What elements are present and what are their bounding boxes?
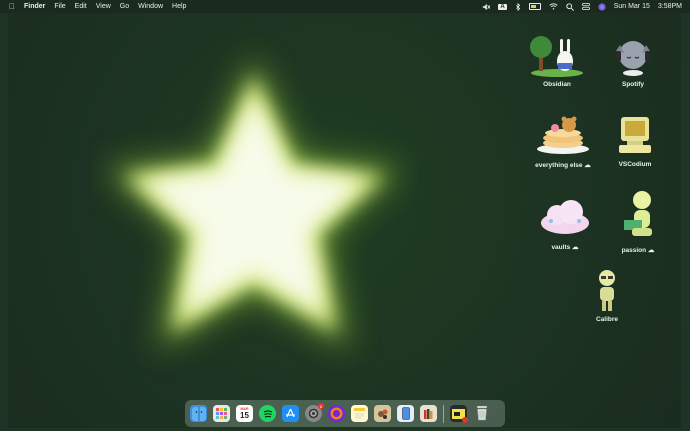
dock-divider bbox=[443, 404, 444, 423]
dock-photos-collage-icon[interactable] bbox=[374, 405, 391, 422]
bunny-tree-icon bbox=[522, 33, 592, 77]
siri-icon[interactable] bbox=[598, 2, 606, 11]
menu-edit[interactable]: Edit bbox=[75, 3, 87, 10]
desktop-icon-label: vaults ☁ bbox=[551, 244, 579, 251]
desktop-icon-label: everything else ☁ bbox=[535, 162, 591, 169]
desktop-icon-label: Calibre bbox=[595, 316, 619, 323]
desktop-icon-label: VSCodium bbox=[618, 161, 652, 168]
dock-books-icon[interactable] bbox=[420, 405, 437, 422]
cat-headphones-icon bbox=[598, 33, 668, 77]
desktop-icon-vscodium[interactable]: VSCodium bbox=[600, 113, 670, 168]
desktop-icon-label: Spotify bbox=[621, 81, 645, 88]
desktop-icon-everything-else[interactable]: everything else ☁ bbox=[528, 113, 598, 169]
notification-badge: 1 bbox=[318, 403, 324, 409]
input-source-indicator[interactable]: A bbox=[498, 3, 507, 10]
menu-time[interactable]: 3:58PM bbox=[658, 3, 682, 10]
desktop-icon-label: passion ☁ bbox=[621, 247, 655, 254]
dock-spotify-icon[interactable] bbox=[259, 405, 276, 422]
menu-file[interactable]: File bbox=[54, 3, 65, 10]
menu-bar:  Finder File Edit View Go Window Help A… bbox=[0, 0, 690, 13]
figure-laptop-icon bbox=[603, 190, 673, 242]
menu-app-name[interactable]: Finder bbox=[24, 3, 45, 10]
menu-view[interactable]: View bbox=[96, 3, 111, 10]
dock-downloads-folder-icon[interactable] bbox=[450, 405, 468, 423]
apple-icon[interactable]:  bbox=[9, 2, 15, 11]
dock-system-settings-icon[interactable]: 1 bbox=[305, 403, 324, 422]
battery-icon[interactable] bbox=[528, 3, 541, 10]
desktop-icon-calibre[interactable]: Calibre bbox=[572, 268, 642, 323]
dock-trash-icon[interactable] bbox=[473, 405, 490, 422]
desktop-icon-passion[interactable]: passion ☁ bbox=[603, 190, 673, 254]
desktop-icon-label: Obsidian bbox=[543, 81, 571, 88]
menu-date[interactable]: Sun Mar 15 bbox=[614, 3, 650, 10]
control-center-icon[interactable] bbox=[581, 3, 590, 10]
menu-help[interactable]: Help bbox=[172, 3, 186, 10]
cloud-icon bbox=[530, 195, 600, 239]
mute-icon[interactable] bbox=[482, 3, 491, 11]
dock-notes-icon[interactable] bbox=[351, 405, 368, 422]
bluetooth-icon[interactable] bbox=[515, 2, 521, 11]
dock-finder-icon[interactable] bbox=[190, 405, 207, 422]
retro-computer-icon bbox=[600, 113, 670, 157]
menu-go[interactable]: Go bbox=[120, 3, 129, 10]
dock-app-store-icon[interactable] bbox=[282, 405, 299, 422]
dock-iphone-mirroring-icon[interactable] bbox=[397, 405, 414, 422]
glowing-star-wallpaper bbox=[104, 56, 404, 350]
figure-books-icon bbox=[572, 268, 642, 312]
dock-launchpad-icon[interactable] bbox=[213, 405, 230, 422]
dock-firefox-icon[interactable] bbox=[328, 405, 345, 422]
desktop-icon-vaults[interactable]: vaults ☁ bbox=[530, 195, 600, 251]
search-icon[interactable] bbox=[566, 2, 574, 11]
dock-calendar-icon[interactable]: MAR 15 bbox=[236, 405, 253, 422]
menu-window[interactable]: Window bbox=[138, 3, 163, 10]
dock: MAR 15 1 bbox=[185, 400, 505, 427]
desktop-icon-spotify[interactable]: Spotify bbox=[598, 33, 668, 88]
pancake-bear-icon bbox=[528, 113, 598, 157]
download-indicator-icon bbox=[462, 417, 468, 423]
wifi-icon[interactable] bbox=[549, 3, 558, 10]
desktop-icon-obsidian[interactable]: Obsidian bbox=[522, 33, 592, 88]
